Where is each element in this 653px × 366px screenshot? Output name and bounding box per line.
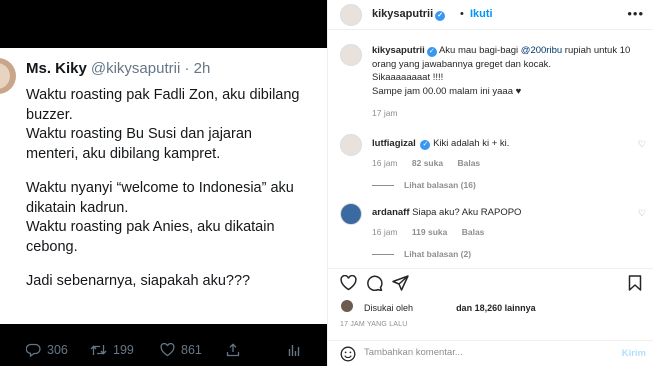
tweet-analytics bbox=[288, 343, 300, 357]
comment-body: Siapa aku? Aku RAPOPO bbox=[412, 207, 522, 218]
verified-badge-icon: ✓ bbox=[420, 140, 431, 150]
verified-badge-icon: ✓ bbox=[435, 11, 446, 21]
comment-time[interactable]: 16 jam bbox=[372, 227, 398, 237]
tweet-line: Waktu nyanyi “welcome to Indonesia” aku bbox=[26, 180, 294, 196]
comment-avatar[interactable] bbox=[340, 203, 362, 225]
tweet-line: Waktu roasting pak Anies, aku dikatain bbox=[26, 219, 275, 235]
comment-text: ardanaff Siapa aku? Aku RAPOPO bbox=[372, 207, 521, 218]
comment-reply-button[interactable]: Balas bbox=[462, 227, 485, 237]
view-replies-button[interactable]: Lihat balasan (2) bbox=[372, 249, 471, 259]
comment-likes[interactable]: 119 suka bbox=[412, 227, 447, 237]
comment-like-heart-icon[interactable]: ♡ bbox=[638, 139, 646, 150]
reply-icon bbox=[26, 343, 41, 357]
view-replies-label[interactable]: Lihat balasan (2) bbox=[404, 249, 471, 259]
comment-username[interactable]: lutfiagizal bbox=[372, 138, 416, 149]
tweet-retweet: 199 bbox=[90, 343, 134, 357]
tweet-line: Waktu roasting Bu Susi dan jajaran bbox=[26, 126, 252, 142]
tweet-text: Waktu roasting pak Fadli Zon, aku dibila… bbox=[26, 86, 322, 292]
verified-badge-icon: ✓ bbox=[426, 47, 437, 57]
comment-likes[interactable]: 82 suka bbox=[412, 158, 443, 168]
tweet-header: Ms. Kiky @kikysaputrii · 2h bbox=[26, 60, 210, 77]
caption-text-before: Aku mau bagi-bagi bbox=[438, 45, 519, 56]
heart-icon bbox=[160, 343, 175, 357]
follow-button[interactable]: Ikuti bbox=[470, 8, 493, 20]
tweet-gap bbox=[26, 164, 322, 179]
tweet-line: menteri, aku dibilang kampret. bbox=[26, 145, 221, 162]
caption-line: Sampe jam 00.00 malam ini yaaa ♥ bbox=[372, 85, 522, 97]
heart-icon bbox=[340, 274, 357, 291]
post-sidebar: kikysaputrii ✓ • Ikuti ••• kikysaputrii ✓ … bbox=[327, 0, 653, 366]
instagram-post-view: Ms. Kiky @kikysaputrii · 2h Waktu roastin… bbox=[0, 0, 653, 366]
caption-timestamp[interactable]: 17 jam bbox=[372, 108, 398, 118]
caption-mention-link[interactable]: @200ribu bbox=[521, 45, 562, 56]
caption-username[interactable]: kikysaputrii bbox=[372, 45, 425, 56]
post-action-bar bbox=[328, 268, 653, 296]
share-icon bbox=[226, 343, 240, 357]
replies-divider bbox=[372, 185, 394, 187]
author-avatar[interactable] bbox=[340, 4, 362, 26]
save-button[interactable] bbox=[628, 275, 642, 296]
likes-prefix: Disukai oleh bbox=[364, 303, 414, 313]
comment-button[interactable] bbox=[366, 275, 383, 296]
liker-avatar[interactable] bbox=[340, 299, 354, 313]
emoji-icon[interactable] bbox=[340, 346, 356, 362]
author-username-text[interactable]: kikysaputrii bbox=[372, 8, 433, 20]
tweet-line: cebong. bbox=[26, 238, 78, 255]
send-icon bbox=[392, 275, 409, 291]
tweet-actions: 306 199 861 bbox=[26, 343, 306, 361]
tweet-avatar bbox=[0, 58, 16, 94]
tweet-retweet-count: 199 bbox=[113, 343, 134, 357]
tweet-reply: 306 bbox=[26, 343, 68, 357]
comment-avatar[interactable] bbox=[340, 134, 362, 156]
likes-count[interactable]: dan 18,260 lainnya bbox=[456, 303, 536, 313]
comment-input[interactable] bbox=[364, 347, 604, 358]
tweet-line: Jadi sebenarnya, siapakah aku??? bbox=[26, 273, 251, 289]
comment-body: Kiki adalah ki + ki. bbox=[433, 138, 510, 149]
like-button[interactable] bbox=[340, 274, 357, 296]
tweet-line: dikatain kadrun. bbox=[26, 199, 129, 216]
post-timestamp[interactable]: 17 JAM YANG LALU bbox=[340, 321, 408, 328]
tweet-author-name: Ms. Kiky bbox=[26, 60, 87, 77]
comment-meta: 16 jam 82 suka Balas bbox=[372, 158, 492, 168]
comment-like-heart-icon[interactable]: ♡ bbox=[638, 208, 646, 219]
header-separator: • bbox=[460, 8, 464, 20]
retweet-icon bbox=[90, 345, 107, 355]
share-button[interactable] bbox=[392, 275, 409, 296]
bookmark-icon bbox=[628, 275, 642, 291]
caption-line: Sikaaaaaaaat !!!! bbox=[372, 72, 444, 83]
tweet-share bbox=[226, 343, 240, 357]
post-media[interactable]: Ms. Kiky @kikysaputrii · 2h Waktu roastin… bbox=[0, 0, 327, 366]
tweet-line: buzzer. bbox=[26, 106, 73, 123]
comment-meta: 16 jam 119 suka Balas bbox=[372, 227, 496, 237]
more-options-icon[interactable]: ••• bbox=[627, 6, 644, 21]
comment-reply-button[interactable]: Balas bbox=[457, 158, 480, 168]
tweet-line: Waktu roasting pak Fadli Zon, aku dibila… bbox=[26, 87, 300, 103]
author-username[interactable]: kikysaputrii ✓ bbox=[372, 8, 446, 21]
tweet-like-count: 861 bbox=[181, 343, 202, 357]
add-comment-bar: Kirim bbox=[328, 340, 653, 366]
comment-icon bbox=[367, 275, 383, 292]
view-replies-label[interactable]: Lihat balasan (16) bbox=[404, 180, 476, 190]
caption-text: kikysaputrii ✓ Aku mau bagi-bagi @200ribu… bbox=[372, 44, 644, 98]
analytics-icon bbox=[288, 345, 300, 356]
comment-time[interactable]: 16 jam bbox=[372, 158, 398, 168]
tweet-gap bbox=[26, 257, 322, 272]
tweet-like: 861 bbox=[160, 343, 202, 357]
comment-text: lutfiagizal ✓ Kiki adalah ki + ki. bbox=[372, 138, 509, 150]
tweet-reply-count: 306 bbox=[47, 343, 68, 357]
tweet-author-handle: @kikysaputrii · 2h bbox=[90, 60, 211, 77]
likes-summary[interactable]: Disukai oleh dan 18,260 lainnya bbox=[364, 303, 536, 313]
comment-username[interactable]: ardanaff bbox=[372, 207, 409, 218]
view-replies-button[interactable]: Lihat balasan (16) bbox=[372, 180, 476, 190]
tweet-screenshot: Ms. Kiky @kikysaputrii · 2h Waktu roastin… bbox=[0, 48, 327, 357]
post-header: kikysaputrii ✓ • Ikuti ••• bbox=[328, 0, 653, 30]
post-comment-button[interactable]: Kirim bbox=[622, 348, 646, 359]
caption-avatar[interactable] bbox=[340, 44, 362, 66]
replies-divider bbox=[372, 254, 394, 256]
